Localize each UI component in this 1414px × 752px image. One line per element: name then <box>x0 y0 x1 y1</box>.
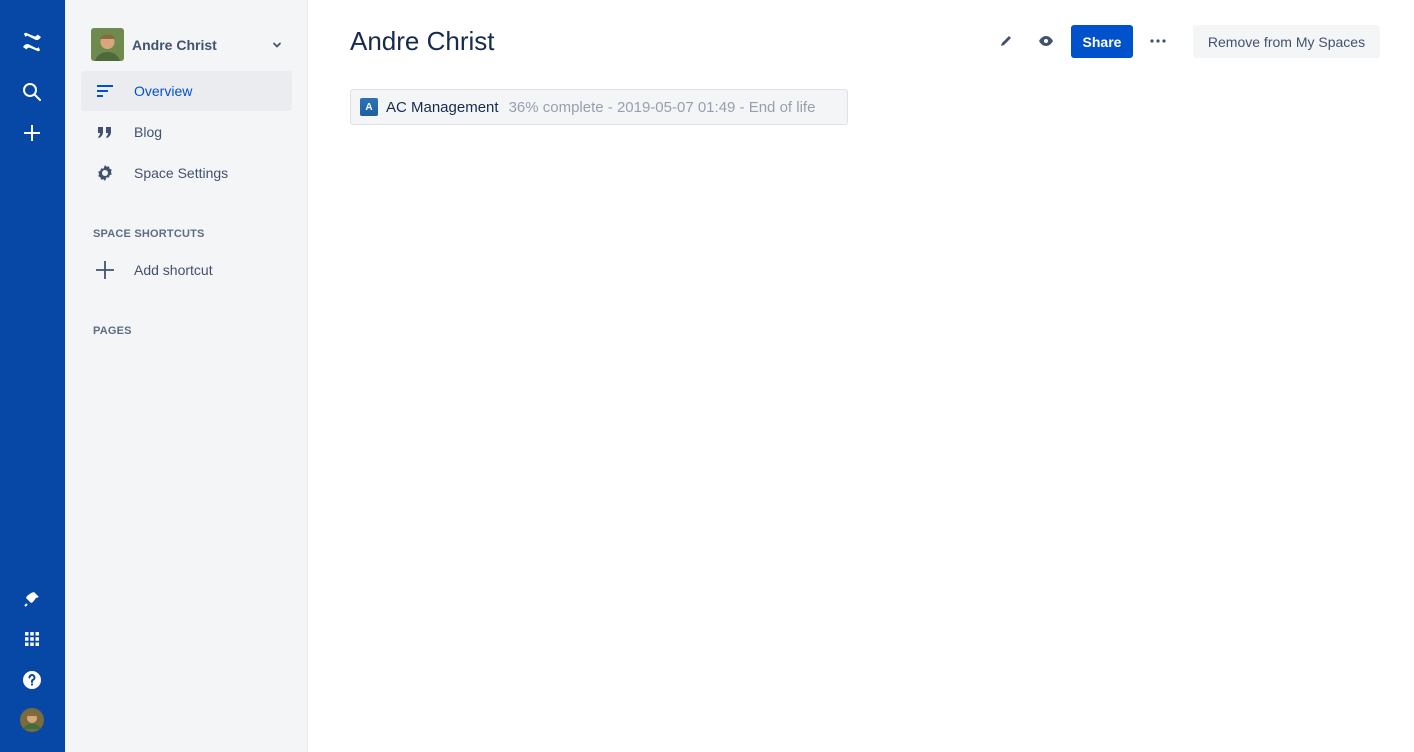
space-name: Andre Christ <box>132 36 217 53</box>
pages-heading: PAGES <box>93 325 132 337</box>
space-switcher[interactable]: Andre Christ <box>91 28 285 61</box>
quote-icon <box>94 121 116 143</box>
confluence-logo-icon[interactable] <box>16 26 48 58</box>
page-title: Andre Christ <box>350 26 495 56</box>
watch-icon[interactable] <box>1034 29 1058 53</box>
profile-avatar-icon[interactable] <box>16 704 48 736</box>
space-shortcuts-heading: SPACE SHORTCUTS <box>93 228 205 240</box>
edit-icon[interactable] <box>994 29 1018 53</box>
sidebar-item-label: Space Settings <box>134 165 229 181</box>
help-icon[interactable] <box>16 664 48 696</box>
sidebar-item-blog[interactable]: Blog <box>81 112 292 152</box>
remove-from-my-spaces-button[interactable]: Remove from My Spaces <box>1193 25 1380 58</box>
lozenge-meta: 36% complete - 2019-05-07 01:49 - End of… <box>508 98 816 116</box>
add-shortcut-button[interactable]: Add shortcut <box>81 250 292 290</box>
status-lozenge[interactable]: A AC Management 36% complete - 2019-05-0… <box>350 89 848 125</box>
search-icon[interactable] <box>16 76 48 108</box>
app-badge-icon: A <box>360 98 378 116</box>
overview-icon <box>94 80 116 102</box>
space-avatar <box>91 28 124 61</box>
app-switcher-icon[interactable] <box>16 623 48 655</box>
lozenge-name: AC Management <box>386 98 499 116</box>
plus-icon <box>94 259 116 281</box>
sidebar-item-overview[interactable]: Overview <box>81 71 292 111</box>
sidebar-item-label: Blog <box>134 124 163 140</box>
gear-icon <box>94 162 116 184</box>
space-sidebar: Andre Christ Overview Blog Space Setting… <box>65 0 308 752</box>
more-icon[interactable] <box>1146 29 1170 53</box>
add-shortcut-label: Add shortcut <box>134 262 213 278</box>
sidebar-item-label: Overview <box>134 83 193 99</box>
share-button[interactable]: Share <box>1071 25 1133 58</box>
notifications-icon[interactable] <box>16 583 48 615</box>
chevron-down-icon <box>269 37 285 53</box>
create-icon[interactable] <box>16 117 48 149</box>
sidebar-item-space-settings[interactable]: Space Settings <box>81 153 292 193</box>
global-nav <box>0 0 65 752</box>
